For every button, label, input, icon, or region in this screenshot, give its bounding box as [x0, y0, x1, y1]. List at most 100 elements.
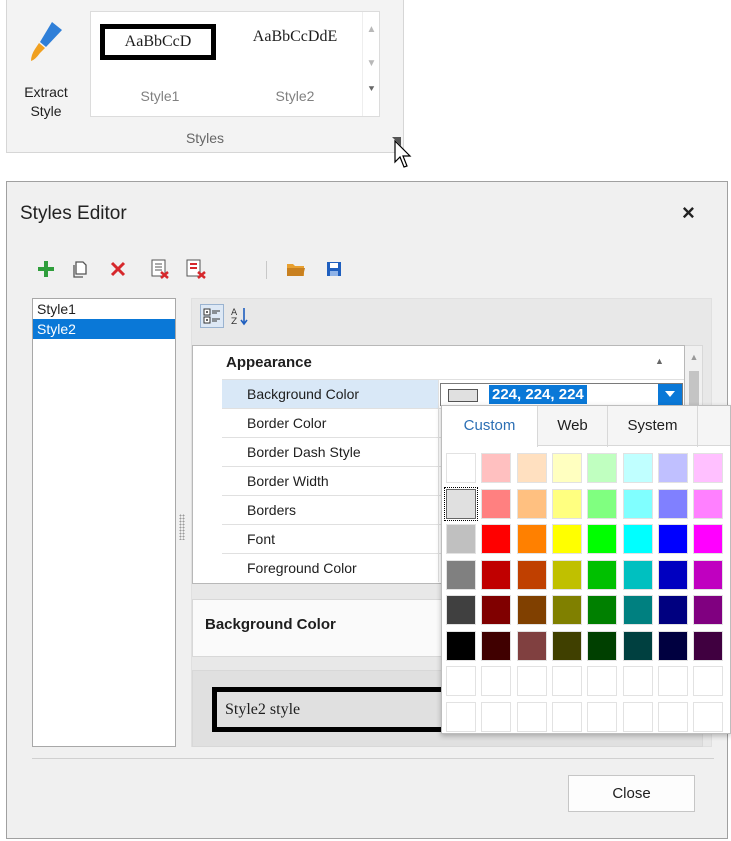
color-swatch[interactable]	[657, 453, 688, 483]
color-swatch[interactable]	[516, 630, 547, 661]
purge-styles-button[interactable]	[186, 258, 208, 280]
color-swatch[interactable]	[622, 595, 653, 625]
category-appearance[interactable]: Appearance	[226, 354, 312, 371]
color-swatch[interactable]	[657, 701, 688, 732]
color-swatch[interactable]	[551, 488, 582, 519]
color-swatch[interactable]	[693, 595, 724, 625]
color-swatch[interactable]	[587, 630, 618, 661]
color-swatch[interactable]	[657, 559, 688, 590]
color-swatch[interactable]	[693, 453, 724, 483]
open-file-button[interactable]	[285, 258, 307, 280]
gallery-scroll-up-icon[interactable]: ▲	[363, 24, 380, 35]
apply-style-button[interactable]	[149, 258, 171, 280]
color-swatch[interactable]	[446, 524, 476, 554]
color-swatch[interactable]	[481, 453, 512, 483]
color-swatch[interactable]	[587, 453, 618, 483]
extract-style-button[interactable]: Extract Style	[16, 8, 70, 119]
color-swatch[interactable]	[693, 630, 724, 661]
color-swatch[interactable]	[481, 666, 512, 696]
color-swatch[interactable]	[446, 701, 476, 732]
gallery-item-style1[interactable]: AaBbCcD Style1	[91, 12, 229, 116]
categorized-icon	[203, 308, 220, 324]
color-swatch[interactable]	[516, 595, 547, 625]
property-name: Border Dash Style	[222, 438, 439, 466]
color-swatch[interactable]	[481, 701, 512, 732]
color-swatch[interactable]	[516, 488, 547, 519]
color-swatch[interactable]	[551, 453, 582, 483]
color-swatch[interactable]	[551, 559, 582, 590]
color-value-text[interactable]: 224, 224, 224	[489, 385, 587, 404]
styles-gallery[interactable]: AaBbCcD Style1 AaBbCcDdE Style2 ▲ ▼ ⯆	[90, 11, 380, 117]
color-swatch[interactable]	[446, 453, 476, 483]
color-swatch[interactable]	[481, 488, 512, 519]
gallery-item-style2[interactable]: AaBbCcDdE Style2	[226, 12, 364, 116]
categorized-view-button[interactable]	[200, 304, 224, 328]
list-item-style2[interactable]: Style2	[33, 319, 175, 339]
color-swatch[interactable]	[444, 486, 478, 521]
color-swatch[interactable]	[551, 595, 582, 625]
color-swatch[interactable]	[516, 701, 547, 732]
color-swatch[interactable]	[622, 559, 653, 590]
color-swatch[interactable]	[657, 666, 688, 696]
color-swatch[interactable]	[446, 595, 476, 625]
color-swatch[interactable]	[446, 559, 476, 590]
color-swatch[interactable]	[516, 453, 547, 483]
color-swatch[interactable]	[587, 488, 618, 519]
extract-style-label: Extract Style	[24, 84, 68, 119]
scroll-up-icon[interactable]: ▲	[685, 352, 703, 362]
style-list[interactable]: Style1 Style2	[32, 298, 176, 747]
list-item-style1[interactable]: Style1	[33, 299, 175, 319]
color-swatch[interactable]	[622, 453, 653, 483]
add-style-button[interactable]	[35, 258, 57, 280]
color-swatch[interactable]	[587, 524, 618, 554]
color-swatch[interactable]	[657, 630, 688, 661]
color-swatch[interactable]	[446, 666, 476, 696]
save-file-button[interactable]	[323, 258, 345, 280]
color-swatch[interactable]	[693, 559, 724, 590]
color-value-editor[interactable]: 224, 224, 224	[440, 383, 683, 406]
color-swatch[interactable]	[516, 559, 547, 590]
collapse-category-icon[interactable]: ▲	[655, 356, 664, 366]
color-swatch[interactable]	[693, 488, 724, 519]
color-swatch[interactable]	[622, 524, 653, 554]
color-swatch[interactable]	[516, 666, 547, 696]
color-swatch[interactable]	[622, 488, 653, 519]
color-swatch[interactable]	[622, 666, 653, 696]
dialog-close-x-button[interactable]: ×	[682, 200, 695, 226]
color-swatch[interactable]	[587, 559, 618, 590]
color-swatch[interactable]	[446, 630, 476, 661]
color-swatch[interactable]	[481, 630, 512, 661]
color-swatch[interactable]	[657, 488, 688, 519]
delete-style-button[interactable]	[107, 258, 129, 280]
gallery-scrollbar[interactable]: ▲ ▼ ⯆	[362, 12, 379, 116]
color-swatch[interactable]	[622, 701, 653, 732]
gallery-expand-icon[interactable]: ⯆	[363, 84, 380, 95]
color-swatch[interactable]	[693, 524, 724, 554]
tab-web[interactable]: Web	[538, 406, 608, 447]
color-swatch[interactable]	[481, 559, 512, 590]
color-swatch[interactable]	[551, 630, 582, 661]
color-swatch[interactable]	[551, 666, 582, 696]
gallery-scroll-down-icon[interactable]: ▼	[363, 58, 380, 69]
color-swatch[interactable]	[693, 666, 724, 696]
color-dropdown-button[interactable]	[658, 384, 682, 405]
color-swatch[interactable]	[587, 595, 618, 625]
color-swatch[interactable]	[657, 595, 688, 625]
alphabetical-sort-button[interactable]: AZ	[228, 304, 252, 328]
color-swatch[interactable]	[481, 595, 512, 625]
tab-system[interactable]: System	[608, 406, 698, 447]
splitter-grip[interactable]	[179, 514, 185, 540]
color-swatch[interactable]	[657, 524, 688, 554]
color-swatch[interactable]	[587, 701, 618, 732]
copy-style-button[interactable]	[69, 258, 91, 280]
color-swatch[interactable]	[587, 666, 618, 696]
color-swatch[interactable]	[622, 630, 653, 661]
property-row-background-color[interactable]: Background Color 224, 224, 224	[222, 379, 684, 408]
color-swatch[interactable]	[516, 524, 547, 554]
close-button[interactable]: Close	[568, 775, 695, 812]
color-swatch[interactable]	[551, 524, 582, 554]
color-swatch[interactable]	[551, 701, 582, 732]
color-swatch[interactable]	[481, 524, 512, 554]
tab-custom[interactable]: Custom	[442, 406, 538, 447]
color-swatch[interactable]	[693, 701, 724, 732]
